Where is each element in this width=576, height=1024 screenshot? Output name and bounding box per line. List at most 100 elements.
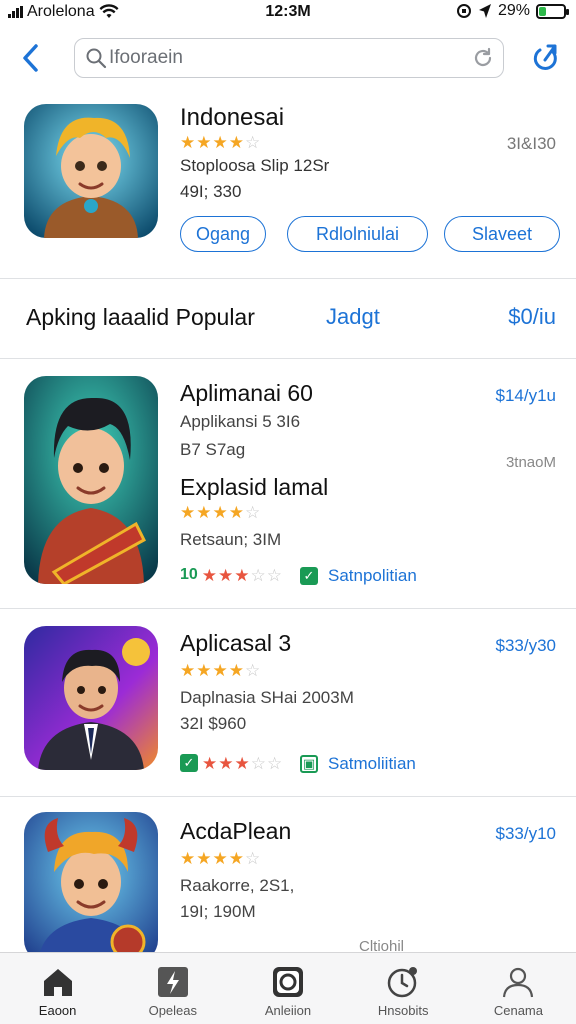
divider — [0, 278, 576, 279]
home-icon — [43, 969, 72, 996]
app-rating-row: 10 ★ ★ ★ ☆ ☆ — [180, 566, 282, 584]
app-icon[interactable] — [24, 812, 158, 962]
star-empty-icon: ☆ — [267, 753, 283, 773]
app-price: $14/y1u — [495, 386, 557, 405]
battery-percent: 29% — [497, 2, 530, 19]
location-icon — [478, 4, 491, 18]
app-title: Aplicasal 3 — [180, 630, 292, 656]
lock-rotation-icon — [456, 4, 471, 18]
tab-profile[interactable]: Cenama — [461, 953, 576, 1024]
featured-subtitle: Stoploosa Slip 12Sr — [180, 156, 330, 175]
search-input[interactable] — [109, 45, 449, 71]
star-filled-icon: ★ — [228, 849, 244, 868]
app-size: 32I $960 — [180, 714, 247, 733]
tab-bar: Eaoon Opeleas Anleiion Hnsobits Cenama — [0, 952, 576, 1024]
battery-icon — [536, 3, 569, 19]
list-item[interactable]: Aplimanai 60 $14/y1u Applikansi 5 3I6 B7… — [0, 370, 576, 602]
star-empty-icon: ☆ — [245, 503, 261, 522]
star-filled-icon: ★ — [218, 753, 234, 773]
star-filled-icon: ★ — [234, 565, 250, 585]
divider — [0, 358, 576, 359]
tab-label: Cenama — [493, 1003, 543, 1018]
app-detail: Retsaun; 3IM — [180, 530, 282, 549]
star-filled-icon: ★ — [228, 133, 244, 152]
featured-button-1[interactable]: Ogang — [180, 216, 266, 252]
star-filled-icon: ★ — [234, 753, 250, 773]
star-empty-icon: ☆ — [250, 753, 266, 773]
status-link-label: Satnpolitian — [328, 566, 417, 585]
app-rating-stars: ★ ★ ★ ★ ☆ — [180, 662, 260, 679]
share-icon — [533, 44, 557, 70]
refresh-icon[interactable] — [471, 46, 495, 70]
app-heading: Explasid lamal — [180, 474, 329, 500]
featured-app[interactable]: Indonesai ★ ★ ★ ★ ☆ 3I&I30 Stoploosa Slip 12… — [0, 96, 576, 272]
tab-updates[interactable]: Opeleas — [115, 953, 230, 1024]
app-rating-stars: ★ ★ ★ ★ ☆ — [180, 504, 260, 521]
status-right: 29% — [456, 2, 569, 20]
section-price: $0/iu — [508, 304, 556, 329]
search-field[interactable] — [74, 38, 504, 78]
star-empty-icon: ☆ — [250, 565, 266, 585]
badge-icon: ▣ — [300, 755, 318, 773]
person-icon — [503, 967, 534, 998]
tab-label: Eaoon — [38, 1003, 77, 1018]
tab-camera[interactable]: Anleiion — [230, 953, 345, 1024]
rating-prefix: 10 — [180, 566, 198, 583]
featured-rating-stars: ★ ★ ★ ★ ☆ — [180, 134, 260, 151]
check-icon: ✓ — [300, 567, 318, 585]
app-subtitle: Daplnasia SHai 2003M — [180, 688, 354, 707]
star-empty-icon: ☆ — [245, 849, 261, 868]
star-filled-icon: ★ — [196, 503, 212, 522]
star-filled-icon: ★ — [201, 565, 218, 585]
app-title: AcdaPlean — [180, 818, 292, 844]
status-link[interactable]: ✓ Satnpolitian — [300, 566, 417, 586]
row-rating-stars: ★ ★ ★ ☆ ☆ — [202, 567, 282, 584]
star-filled-icon: ★ — [212, 661, 228, 680]
featured-app-icon[interactable] — [24, 104, 158, 238]
clock-badge-icon — [387, 967, 418, 998]
app-size: B7 S7ag — [180, 440, 246, 459]
app-rating-row: ✓ ★ ★ ★ ☆ ☆ — [180, 754, 282, 772]
back-button[interactable] — [18, 40, 46, 76]
list-item[interactable]: AcdaPlean $33/y10 ★ ★ ★ ★ ☆ Raakorre, 2S1, 1… — [0, 806, 576, 962]
star-filled-icon: ★ — [180, 661, 196, 680]
section-link[interactable]: Jadgt — [326, 304, 380, 330]
star-filled-icon: ★ — [196, 849, 212, 868]
star-filled-icon: ★ — [218, 565, 234, 585]
spark-square-icon — [157, 967, 188, 997]
app-meta: 3tnaoM — [505, 454, 556, 471]
star-empty-icon: ☆ — [245, 661, 261, 680]
app-title: Aplimanai 60 — [180, 380, 313, 406]
divider — [0, 608, 576, 609]
status-link[interactable]: ▣ Satmoliitian — [300, 754, 416, 774]
tab-history[interactable]: Hnsobits — [346, 953, 461, 1024]
star-filled-icon: ★ — [212, 503, 228, 522]
hero-horned-icon — [24, 812, 158, 962]
camera-frame-icon — [273, 967, 303, 997]
search-icon — [86, 48, 107, 69]
featured-price: 3I&I30 — [506, 134, 556, 153]
tab-home[interactable]: Eaoon — [0, 953, 115, 1024]
share-button[interactable] — [528, 40, 560, 76]
star-filled-icon: ★ — [180, 849, 196, 868]
star-filled-icon: ★ — [180, 503, 196, 522]
star-filled-icon: ★ — [212, 133, 228, 152]
list-item[interactable]: Aplicasal 3 $33/y30 ★ ★ ★ ★ ☆ Daplnasia SHai… — [0, 618, 576, 788]
star-filled-icon: ★ — [228, 503, 244, 522]
section-header: Apking laaalid Popular Jadgt $0/iu — [0, 292, 576, 340]
star-filled-icon: ★ — [196, 661, 212, 680]
star-filled-icon: ★ — [180, 133, 196, 152]
featured-button-3[interactable]: Slaveet — [444, 216, 560, 252]
star-filled-icon: ★ — [212, 849, 228, 868]
search-header — [0, 36, 576, 80]
app-subtitle: Applikansi 5 3I6 — [180, 412, 301, 431]
app-icon[interactable] — [24, 376, 158, 584]
app-subtitle: Raakorre, 2S1, — [180, 876, 295, 895]
featured-button-2[interactable]: Rdlolniulai — [287, 216, 428, 252]
app-price: $33/y30 — [495, 636, 557, 655]
row-rating-stars: ★ ★ ★ ☆ ☆ — [202, 755, 282, 772]
tab-label: Anleiion — [264, 1003, 312, 1018]
app-price: $33/y10 — [495, 824, 557, 843]
star-empty-icon: ☆ — [266, 565, 283, 585]
app-icon[interactable] — [24, 626, 158, 770]
